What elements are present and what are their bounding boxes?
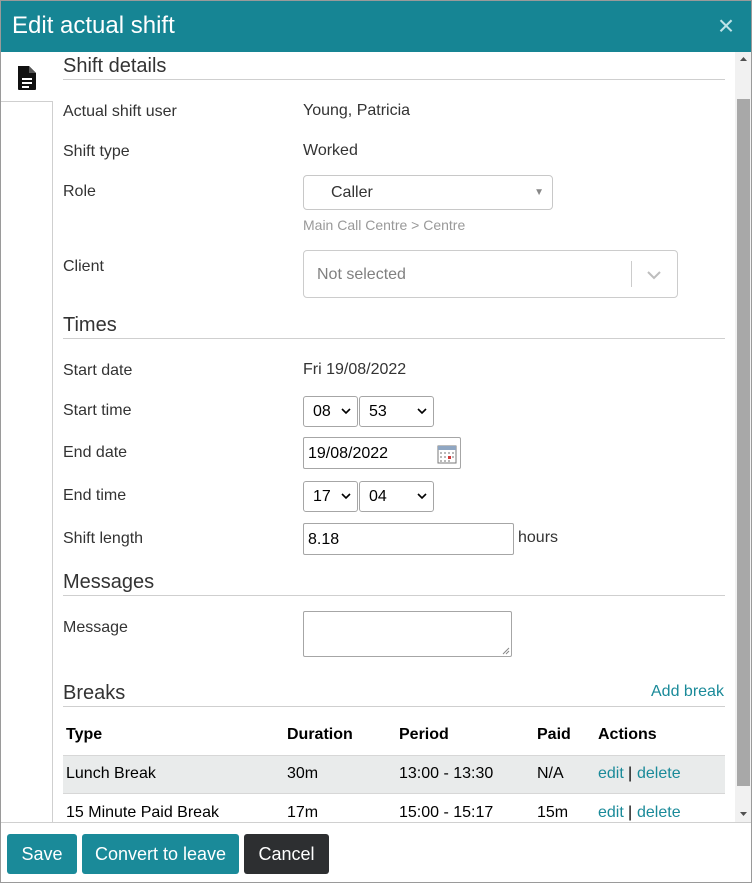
shift-length-label: Shift length: [63, 530, 144, 547]
column-header-duration: Duration: [287, 726, 353, 743]
dialog-content: Shift details Actual shift user Young, P…: [53, 52, 735, 822]
vertical-scrollbar[interactable]: [735, 52, 751, 822]
edit-break-link[interactable]: edit: [598, 764, 624, 784]
shift-length-input[interactable]: 8.18: [303, 523, 514, 555]
client-placeholder: Not selected: [317, 266, 406, 283]
chevron-down-icon: [341, 493, 351, 500]
dialog-title: Edit actual shift: [12, 12, 175, 39]
role-hint: Main Call Centre > Centre: [303, 217, 466, 233]
add-break-link[interactable]: Add break: [651, 682, 724, 702]
end-hour-value: 17: [313, 488, 331, 505]
chevron-down-icon[interactable]: [644, 265, 664, 285]
break-paid: N/A: [537, 765, 564, 782]
section-divider: [63, 338, 725, 339]
break-type: Lunch Break: [66, 765, 156, 782]
edit-shift-dialog: Edit actual shift × Shift details Actual…: [0, 0, 752, 883]
shift-type-value: Worked: [303, 142, 358, 159]
save-button[interactable]: Save: [7, 834, 77, 874]
break-duration: 17m: [287, 804, 319, 821]
close-icon[interactable]: ×: [714, 12, 738, 40]
start-hour-value: 08: [313, 403, 331, 420]
caret-down-icon: ▼: [534, 187, 544, 198]
column-header-type: Type: [66, 726, 103, 743]
section-times: Times: [63, 314, 117, 336]
start-hour-select[interactable]: 08: [303, 396, 358, 427]
client-select[interactable]: Not selected: [303, 250, 678, 298]
scroll-up-icon[interactable]: [739, 55, 748, 64]
shift-user-value: Young, Patricia: [303, 102, 411, 119]
chevron-down-icon: [341, 408, 351, 415]
resize-grip-icon[interactable]: [502, 647, 510, 655]
break-paid: 15m: [537, 804, 569, 821]
end-date-input[interactable]: 19/08/2022: [303, 437, 461, 469]
scrollbar-thumb[interactable]: [737, 99, 750, 786]
chevron-down-icon: [417, 493, 427, 500]
end-hour-select[interactable]: 17: [303, 481, 358, 512]
shift-user-label: Actual shift user: [63, 103, 177, 120]
role-select-value: Caller: [331, 184, 373, 201]
combo-separator: [631, 261, 632, 287]
shift-length-value: 8.18: [308, 531, 340, 548]
end-date-value: 19/08/2022: [308, 445, 389, 462]
action-separator: |: [628, 804, 633, 821]
role-label: Role: [63, 183, 96, 200]
shift-type-label: Shift type: [63, 143, 130, 160]
break-period: 15:00 - 15:17: [399, 804, 494, 821]
scroll-down-icon[interactable]: [739, 809, 748, 818]
section-messages: Messages: [63, 571, 155, 593]
section-divider: [63, 595, 725, 596]
column-header-period: Period: [399, 726, 449, 743]
start-time-label: Start time: [63, 402, 132, 419]
start-minute-value: 53: [369, 403, 387, 420]
side-tab-bar: [1, 52, 53, 822]
tab-shift-details[interactable]: [1, 52, 53, 102]
start-date-label: Start date: [63, 362, 133, 379]
start-date-value: Fri 19/08/2022: [303, 361, 407, 378]
start-minute-select[interactable]: 53: [359, 396, 434, 427]
section-divider: [63, 79, 725, 80]
client-label: Client: [63, 258, 104, 275]
delete-break-link[interactable]: delete: [637, 803, 681, 822]
break-period: 13:00 - 13:30: [399, 765, 494, 782]
end-minute-value: 04: [369, 488, 387, 505]
section-shift-details: Shift details: [63, 55, 167, 77]
section-divider: [63, 706, 725, 707]
role-select[interactable]: Caller ▼: [303, 175, 553, 210]
cancel-button[interactable]: Cancel: [244, 834, 329, 874]
column-header-paid: Paid: [537, 726, 571, 743]
column-header-actions: Actions: [598, 726, 657, 743]
chevron-down-icon: [417, 408, 427, 415]
end-time-label: End time: [63, 487, 127, 504]
table-row: [63, 755, 725, 794]
delete-break-link[interactable]: delete: [637, 764, 681, 784]
section-breaks: Breaks: [63, 682, 126, 704]
edit-break-link[interactable]: edit: [598, 803, 624, 822]
dialog-titlebar: Edit actual shift ×: [1, 1, 751, 52]
calendar-icon[interactable]: [437, 444, 457, 464]
end-date-label: End date: [63, 444, 128, 461]
break-type: 15 Minute Paid Break: [66, 804, 219, 821]
message-textarea[interactable]: [303, 611, 512, 657]
break-duration: 30m: [287, 765, 319, 782]
message-label: Message: [63, 619, 128, 636]
action-separator: |: [628, 765, 633, 782]
convert-to-leave-button[interactable]: Convert to leave: [82, 834, 239, 874]
shift-length-unit: hours: [518, 529, 559, 546]
document-icon: [18, 66, 36, 90]
end-minute-select[interactable]: 04: [359, 481, 434, 512]
dialog-footer: Save Convert to leave Cancel: [1, 822, 751, 882]
